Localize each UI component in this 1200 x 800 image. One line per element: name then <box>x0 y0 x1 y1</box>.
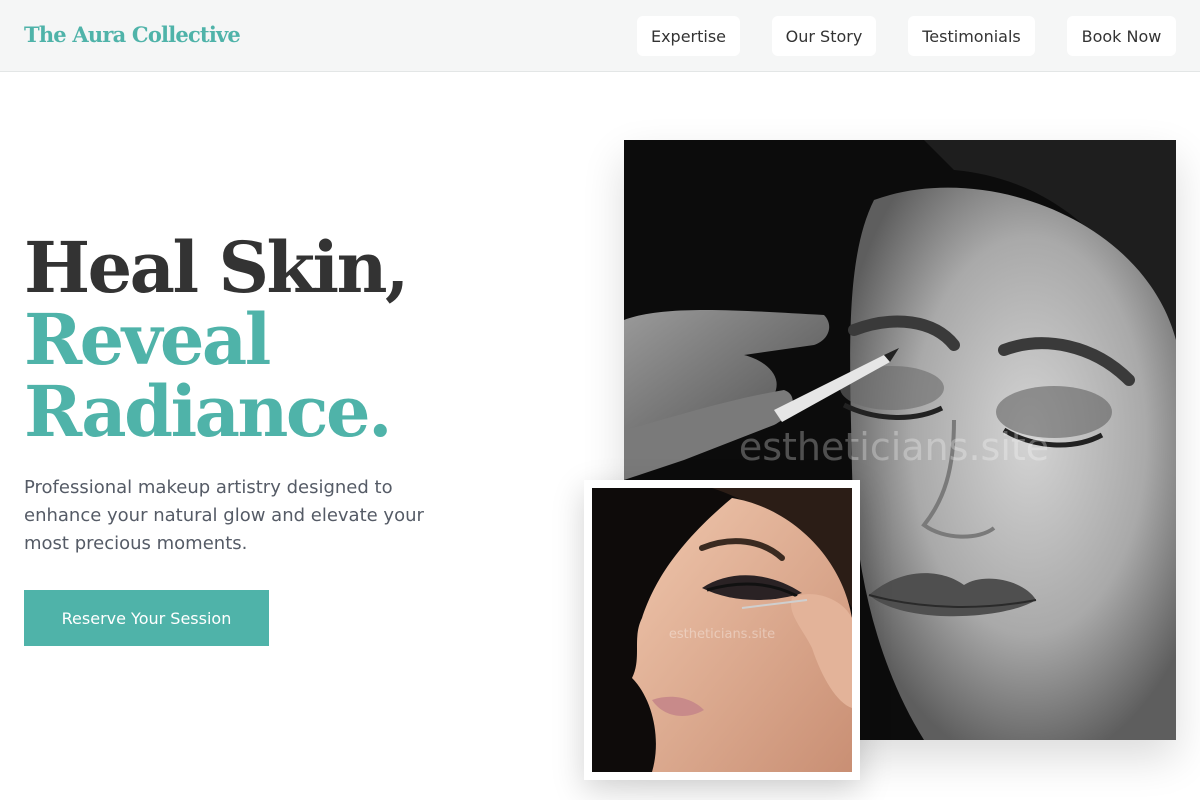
nav-book-now[interactable]: Book Now <box>1067 16 1176 56</box>
inset-photo-watermark: estheticians.site <box>669 627 775 642</box>
site-header: The Aura Collective Expertise Our Story … <box>0 0 1200 72</box>
headline-line-1: Heal Skin, <box>24 226 409 309</box>
hero-headline: Heal Skin, Reveal Radiance. <box>24 226 409 453</box>
nav-testimonials[interactable]: Testimonials <box>908 16 1035 56</box>
nav-expertise[interactable]: Expertise <box>637 16 740 56</box>
brand-logo[interactable]: The Aura Collective <box>24 22 241 47</box>
headline-line-2: Reveal <box>24 298 271 381</box>
main-photo-watermark: estheticians.site <box>739 425 1049 469</box>
hero-subtext: Professional makeup artistry designed to… <box>24 477 424 554</box>
reserve-session-button[interactable]: Reserve Your Session <box>24 590 269 646</box>
nav-our-story[interactable]: Our Story <box>772 16 876 56</box>
hero-inset-photo-frame: estheticians.site <box>584 480 860 780</box>
headline-line-3: Radiance. <box>24 370 392 453</box>
hero-inset-photo: estheticians.site <box>592 488 852 772</box>
